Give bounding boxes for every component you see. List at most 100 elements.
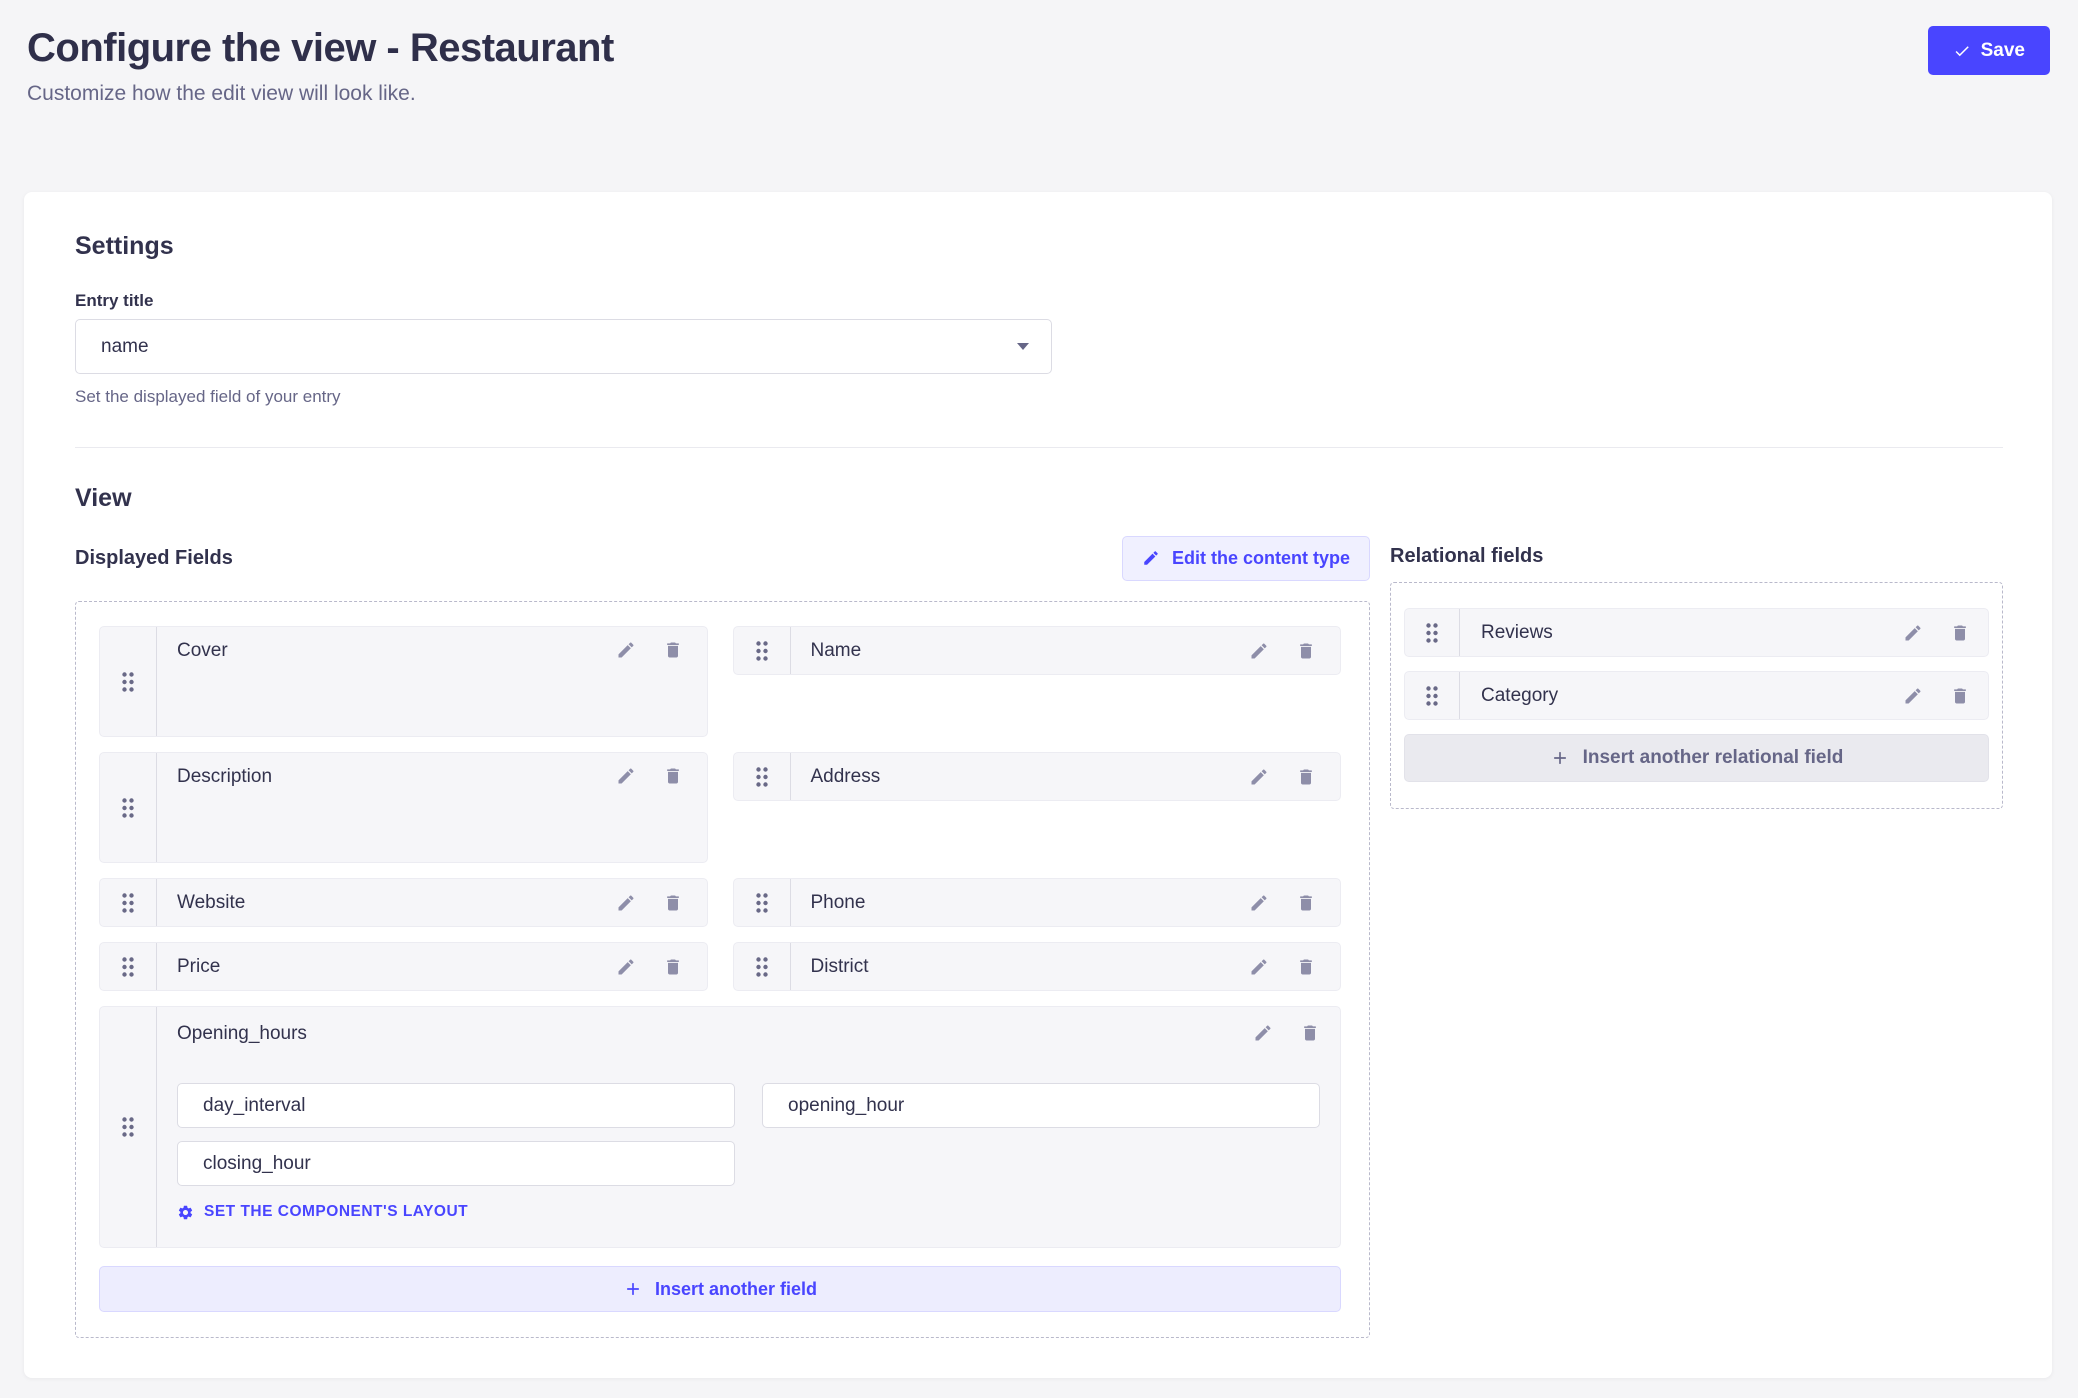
drag-handle[interactable] [734, 753, 791, 800]
component-fields-grid: day_interval opening_hour closing_hour [177, 1083, 1320, 1186]
drag-dots-icon [121, 1116, 135, 1138]
relational-field-reviews: Reviews [1404, 608, 1989, 657]
delete-field-button[interactable] [1296, 767, 1316, 787]
delete-field-button[interactable] [1950, 623, 1970, 643]
trash-icon [663, 766, 683, 786]
entry-title-help: Set the displayed field of your entry [75, 387, 2003, 407]
component-field-day-interval[interactable]: day_interval [177, 1083, 735, 1128]
drag-handle[interactable] [100, 943, 157, 990]
pencil-icon [1249, 893, 1269, 913]
edit-field-button[interactable] [1249, 641, 1269, 661]
drag-handle[interactable] [100, 879, 157, 926]
save-button-label: Save [1981, 40, 2025, 62]
drag-handle[interactable] [1405, 609, 1460, 656]
edit-field-button[interactable] [1903, 686, 1923, 706]
drag-dots-icon [121, 892, 135, 914]
component-field-opening-hour[interactable]: opening_hour [762, 1083, 1320, 1128]
relational-fields-section: Relational fields Reviews [1390, 535, 2003, 809]
drag-dots-icon [755, 956, 769, 978]
trash-icon [1296, 957, 1316, 977]
save-button[interactable]: Save [1928, 26, 2050, 75]
edit-field-button[interactable] [1249, 957, 1269, 977]
drag-handle[interactable] [100, 753, 157, 862]
field-card-website: Website [99, 878, 708, 927]
component-field-closing-hour[interactable]: closing_hour [177, 1141, 735, 1186]
delete-field-button[interactable] [663, 766, 683, 786]
delete-field-button[interactable] [1300, 1023, 1320, 1043]
edit-field-button[interactable] [616, 957, 636, 977]
field-card-description: Description [99, 752, 708, 863]
delete-field-button[interactable] [663, 957, 683, 977]
field-card-price: Price [99, 942, 708, 991]
delete-field-button[interactable] [663, 640, 683, 660]
component-card-opening-hours: Opening_hours day_interval opening_hour [99, 1006, 1341, 1248]
view-heading: View [75, 484, 2003, 513]
field-label: Website [177, 892, 245, 914]
settings-heading: Settings [75, 232, 2003, 261]
set-component-layout-label: SET THE COMPONENT'S LAYOUT [204, 1203, 468, 1221]
component-label: Opening_hours [177, 1023, 307, 1045]
set-component-layout-button[interactable]: SET THE COMPONENT'S LAYOUT [177, 1203, 468, 1221]
edit-field-button[interactable] [616, 893, 636, 913]
drag-dots-icon [1425, 622, 1439, 644]
trash-icon [1950, 686, 1970, 706]
page-title: Configure the view - Restaurant [27, 26, 614, 71]
delete-field-button[interactable] [663, 893, 683, 913]
trash-icon [1296, 641, 1316, 661]
trash-icon [1300, 1023, 1320, 1043]
entry-title-label: Entry title [75, 291, 2003, 311]
check-icon [1953, 42, 1971, 60]
pencil-icon [616, 640, 636, 660]
delete-field-button[interactable] [1296, 641, 1316, 661]
drag-dots-icon [755, 892, 769, 914]
edit-field-button[interactable] [1903, 623, 1923, 643]
delete-field-button[interactable] [1296, 893, 1316, 913]
page-header: Configure the view - Restaurant Customiz… [0, 0, 2078, 106]
insert-another-field-button[interactable]: Insert another field [99, 1266, 1341, 1312]
pencil-icon [1142, 549, 1160, 567]
content-card: Settings Entry title name Set the displa… [24, 192, 2052, 1378]
delete-field-button[interactable] [1296, 957, 1316, 977]
relational-field-label: Reviews [1481, 622, 1553, 644]
trash-icon [1296, 767, 1316, 787]
page-subtitle: Customize how the edit view will look li… [27, 82, 614, 106]
edit-field-button[interactable] [1253, 1023, 1273, 1043]
displayed-fields-dropzone: Cover Name [75, 601, 1370, 1338]
edit-content-type-label: Edit the content type [1172, 548, 1350, 569]
drag-handle[interactable] [734, 879, 791, 926]
trash-icon [663, 957, 683, 977]
entry-title-select[interactable]: name [75, 319, 1052, 374]
displayed-fields-header: Displayed Fields Edit the content type [75, 535, 1370, 581]
pencil-icon [1903, 623, 1923, 643]
trash-icon [663, 893, 683, 913]
displayed-fields-section: Displayed Fields Edit the content type C… [75, 535, 1370, 1338]
drag-handle[interactable] [100, 627, 157, 736]
relational-fields-dropzone: Reviews Category [1390, 582, 2003, 809]
drag-dots-icon [755, 766, 769, 788]
relational-field-label: Category [1481, 685, 1558, 707]
pencil-icon [1249, 767, 1269, 787]
drag-dots-icon [1425, 685, 1439, 707]
field-card-cover: Cover [99, 626, 708, 737]
trash-icon [1950, 623, 1970, 643]
drag-handle[interactable] [734, 627, 791, 674]
delete-field-button[interactable] [1950, 686, 1970, 706]
field-label: Phone [811, 892, 866, 914]
pencil-icon [616, 766, 636, 786]
relational-field-category: Category [1404, 671, 1989, 720]
field-card-address: Address [733, 752, 1342, 801]
edit-field-button[interactable] [1249, 893, 1269, 913]
edit-content-type-button[interactable]: Edit the content type [1122, 536, 1370, 581]
field-label: Cover [177, 640, 228, 662]
edit-field-button[interactable] [1249, 767, 1269, 787]
field-label: District [811, 956, 869, 978]
drag-handle[interactable] [100, 1007, 157, 1247]
edit-field-button[interactable] [616, 640, 636, 660]
gear-icon [177, 1204, 194, 1221]
drag-handle[interactable] [1405, 672, 1460, 719]
field-label: Description [177, 766, 272, 788]
insert-another-relational-field-button[interactable]: Insert another relational field [1404, 734, 1989, 782]
drag-handle[interactable] [734, 943, 791, 990]
edit-field-button[interactable] [616, 766, 636, 786]
field-card-district: District [733, 942, 1342, 991]
